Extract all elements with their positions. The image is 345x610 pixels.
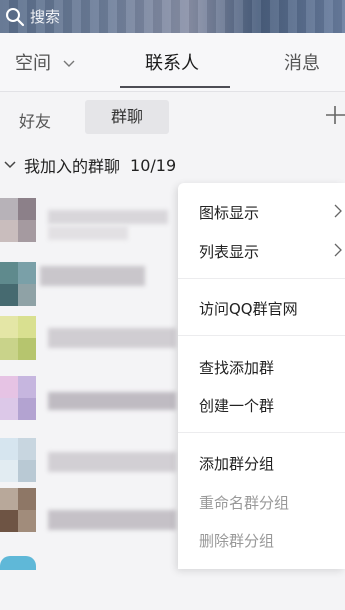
avatar xyxy=(0,376,36,420)
section-title: 我加入的群聊 xyxy=(24,157,121,176)
chevron-down-icon xyxy=(63,60,75,67)
add-icon[interactable] xyxy=(323,102,345,128)
contact-subtabs: 好友 群聊 xyxy=(0,92,345,146)
menu-item-delete-category: 删除群分组 xyxy=(199,532,275,550)
subtab-groups[interactable]: 群聊 xyxy=(85,100,169,134)
tab-space-label: 空间 xyxy=(15,53,51,74)
search-icon xyxy=(6,7,25,26)
chevron-right-icon xyxy=(334,204,342,218)
blurred-name xyxy=(48,452,176,472)
menu-item-rename-category: 重命名群分组 xyxy=(199,494,290,512)
section-count: 10/19 xyxy=(130,155,177,175)
menu-item-add-category[interactable]: 添加群分组 xyxy=(199,453,274,474)
blurred-name xyxy=(48,392,176,410)
menu-item-find-group[interactable]: 查找添加群 xyxy=(199,357,274,378)
context-menu: 图标显示 列表显示 访问QQ群官网 查找添加群 创建一个群 添加群分组 重命名群… xyxy=(178,183,345,569)
blurred-name xyxy=(48,328,176,348)
avatar xyxy=(0,488,36,532)
blurred-name xyxy=(40,266,145,286)
menu-separator xyxy=(178,335,345,336)
chevron-right-icon xyxy=(334,243,342,257)
active-tab-indicator xyxy=(120,86,230,88)
blurred-preview xyxy=(48,226,128,240)
menu-item-create-group[interactable]: 创建一个群 xyxy=(199,395,274,416)
main-tabs: 空间 联系人 消息 xyxy=(0,33,345,91)
menu-item-visit-site[interactable]: 访问QQ群官网 xyxy=(199,298,298,319)
tab-space[interactable]: 空间 xyxy=(15,49,75,75)
tab-messages[interactable]: 消息 xyxy=(284,49,320,75)
chevron-down-icon xyxy=(4,161,16,169)
avatar xyxy=(0,556,36,570)
avatar xyxy=(0,438,36,482)
blurred-name xyxy=(48,210,168,224)
menu-item-icon-view[interactable]: 图标显示 xyxy=(199,202,259,223)
search-box[interactable]: 搜索 xyxy=(0,0,60,33)
avatar xyxy=(0,198,36,242)
tab-contacts[interactable]: 联系人 xyxy=(145,49,199,75)
avatar xyxy=(0,262,36,306)
menu-item-list-view[interactable]: 列表显示 xyxy=(199,241,259,262)
subtab-friends[interactable]: 好友 xyxy=(19,108,51,132)
search-input[interactable]: 搜索 xyxy=(30,6,60,27)
group-section-header[interactable]: 我加入的群聊 10/19 xyxy=(0,153,176,177)
blurred-name xyxy=(48,510,176,530)
menu-separator xyxy=(178,278,345,279)
menu-separator xyxy=(178,432,345,433)
avatar xyxy=(0,316,36,360)
